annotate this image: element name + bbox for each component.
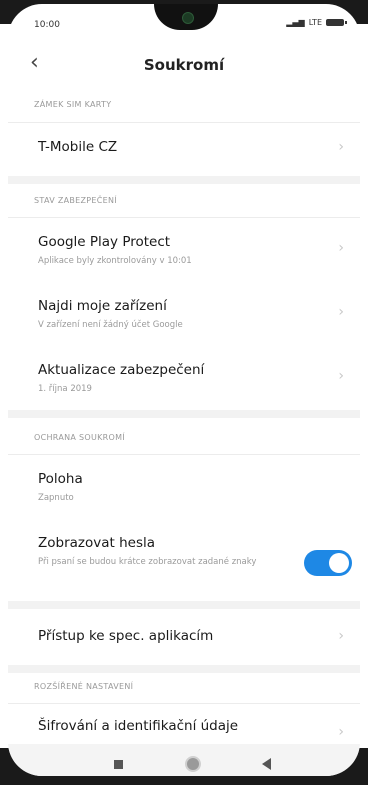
setting-item-special-app-access[interactable]: Přístup ke spec. aplikacím › <box>8 609 360 665</box>
setting-item-subtitle: V zařízení není žádný účet Google <box>38 320 183 330</box>
setting-item-title: Aktualizace zabezpečení <box>38 362 205 378</box>
section-gap <box>8 665 360 673</box>
setting-item-encryption[interactable]: Šifrování a identifikační údaje › <box>8 704 360 744</box>
section-gap <box>8 410 360 418</box>
setting-item-title: Šifrování a identifikační údaje <box>38 718 239 734</box>
back-triangle-icon[interactable] <box>262 758 271 770</box>
battery-icon <box>326 19 347 26</box>
chevron-right-icon: › <box>338 240 344 256</box>
setting-item-title: Přístup ke spec. aplikacím <box>38 628 214 644</box>
setting-item-subtitle: Aplikace byly zkontrolovány v 10:01 <box>38 256 192 266</box>
app-header: ‹ Soukromí <box>8 48 360 86</box>
chevron-right-icon: › <box>338 628 344 644</box>
setting-item-title: T-Mobile CZ <box>38 139 118 155</box>
setting-item-find-my-device[interactable]: Najdi moje zařízení V zařízení není žádn… <box>8 282 360 346</box>
front-camera-icon <box>182 12 194 24</box>
chevron-right-icon: › <box>338 304 344 320</box>
setting-item-location[interactable]: Poloha Zapnuto <box>8 455 360 521</box>
setting-item-title: Najdi moje zařízení <box>38 298 167 314</box>
home-icon[interactable] <box>185 756 201 772</box>
section-label-security-status: STAV ZABEZPEČENÍ <box>34 196 117 205</box>
setting-item-subtitle: 1. října 2019 <box>38 384 92 394</box>
setting-item-subtitle: Zapnuto <box>38 493 74 503</box>
section-label-sim-lock: ZÁMEK SIM KARTY <box>34 100 112 109</box>
setting-item-security-update[interactable]: Aktualizace zabezpečení 1. října 2019 › <box>8 346 360 410</box>
chevron-right-icon: › <box>338 724 344 740</box>
setting-item-google-play-protect[interactable]: Google Play Protect Aplikace byly zkontr… <box>8 218 360 282</box>
status-bar: 10:00 ▂▄▆ LTE <box>8 4 360 40</box>
network-type: LTE <box>308 18 322 27</box>
chevron-right-icon: › <box>338 368 344 384</box>
signal-icon: ▂▄▆ <box>286 18 305 27</box>
show-passwords-toggle[interactable] <box>304 550 352 576</box>
page-title: Soukromí <box>143 56 225 74</box>
status-icons: ▂▄▆ LTE <box>286 18 347 27</box>
status-time: 10:00 <box>34 20 60 30</box>
setting-item-title: Google Play Protect <box>38 234 171 250</box>
section-label-privacy-protection: OCHRANA SOUKROMÍ <box>34 433 125 442</box>
chevron-right-icon: › <box>338 139 344 155</box>
setting-item-sim[interactable]: T-Mobile CZ › <box>8 123 360 175</box>
section-gap <box>8 601 360 609</box>
system-navigation-bar <box>8 744 360 776</box>
toggle-knob <box>329 553 349 573</box>
setting-item-subtitle: Při psaní se budou krátce zobrazovat zad… <box>38 557 257 567</box>
phone-screen: 10:00 ▂▄▆ LTE ‹ Soukromí ZÁMEK SIM KARTY… <box>8 4 360 776</box>
section-gap <box>8 176 360 184</box>
setting-item-title: Zobrazovat hesla <box>38 535 156 551</box>
setting-item-title: Poloha <box>38 471 83 487</box>
section-label-advanced-settings: ROZŠÍŘENÉ NASTAVENÍ <box>34 682 134 691</box>
recent-apps-icon[interactable] <box>114 760 123 769</box>
